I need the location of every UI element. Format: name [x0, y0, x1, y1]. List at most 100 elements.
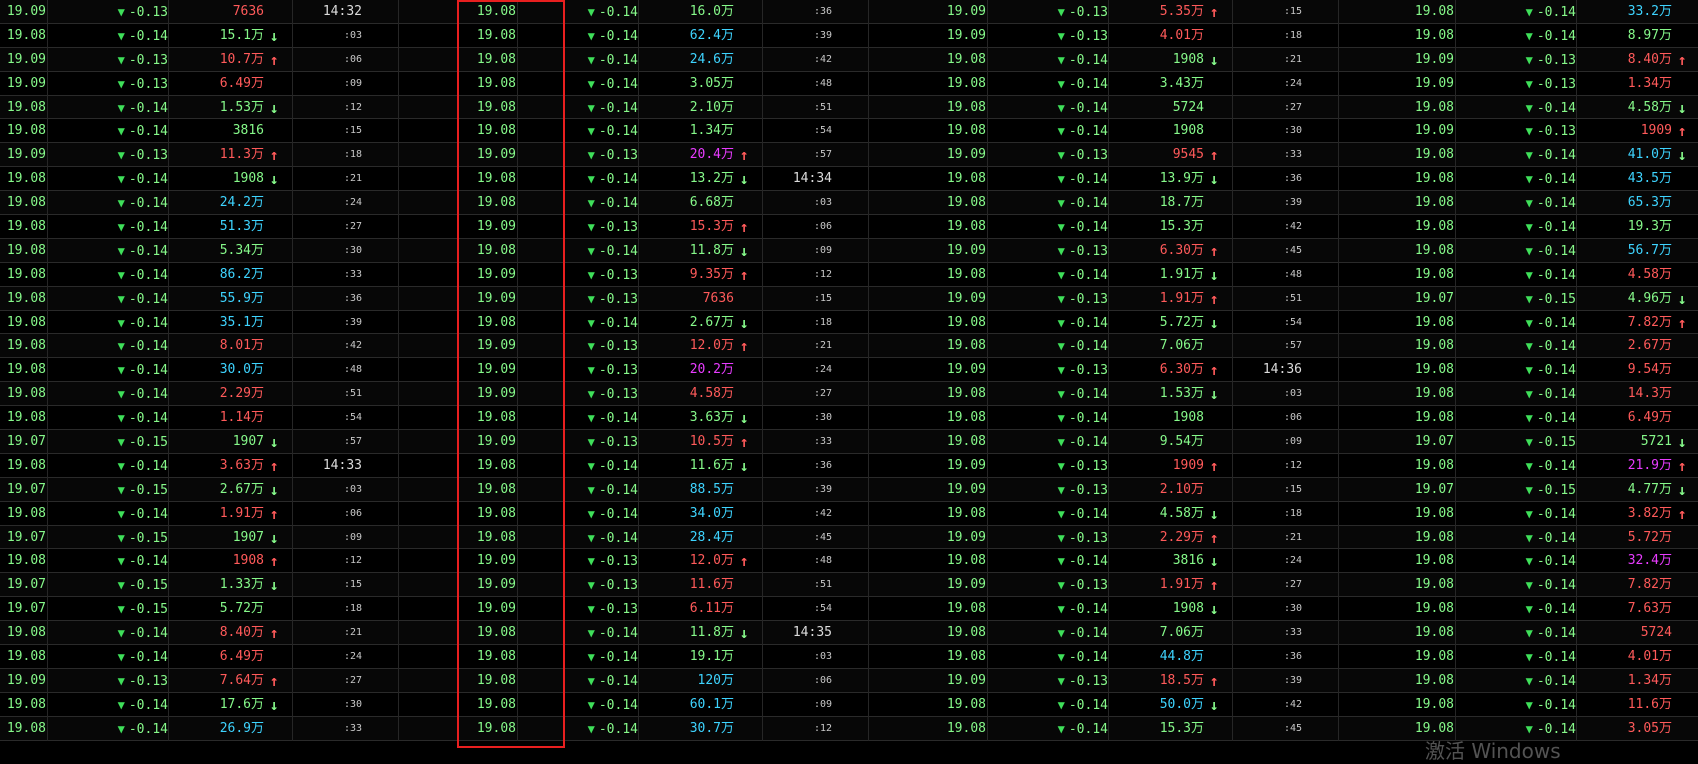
- change-value: -0.14: [1536, 100, 1576, 116]
- up-arrow-icon: ↑: [1209, 146, 1219, 165]
- price-cell: 19.09: [946, 672, 986, 688]
- column-divider: [868, 95, 869, 120]
- volume-cell: 17.6万: [219, 696, 264, 712]
- volume-cell: 34.0万: [689, 505, 734, 521]
- price-cell: 19.09: [6, 51, 46, 67]
- change-cell: ▼ -0.13: [1048, 478, 1108, 502]
- volume-cell: 62.4万: [689, 27, 734, 43]
- up-arrow-icon: ↑: [269, 624, 279, 643]
- down-arrow-icon: ↓: [269, 170, 279, 189]
- column-divider: [47, 238, 48, 263]
- time-cell: :39: [1283, 674, 1302, 686]
- change-value: -0.14: [1536, 411, 1576, 427]
- down-triangle-icon: ▼: [587, 148, 595, 163]
- column-divider: [868, 668, 869, 693]
- arrow-slot: [736, 119, 752, 143]
- change-value: -0.14: [1536, 315, 1576, 331]
- column-divider: [517, 406, 518, 431]
- column-divider: [1338, 525, 1339, 550]
- price-cell: 19.07: [1414, 290, 1454, 306]
- down-triangle-icon: ▼: [587, 506, 595, 521]
- change-value: -0.14: [128, 721, 168, 737]
- volume-cell: 8.97万: [1627, 27, 1672, 43]
- column-divider: [1338, 310, 1339, 335]
- price-cell: 19.08: [6, 649, 46, 665]
- column-divider: [1455, 668, 1456, 693]
- down-triangle-icon: ▼: [587, 435, 595, 450]
- change-value: -0.14: [1536, 363, 1576, 379]
- volume-cell: 3.43万: [1159, 75, 1204, 91]
- down-arrow-icon: ↓: [1209, 50, 1219, 69]
- volume-cell: 3.82万: [1627, 505, 1672, 521]
- price-cell: 19.09: [476, 362, 516, 378]
- change-value: -0.13: [1068, 482, 1108, 498]
- change-cell: ▼ -0.14: [578, 454, 638, 478]
- change-value: -0.14: [1536, 196, 1576, 212]
- column-divider: [868, 238, 869, 263]
- down-triangle-icon: ▼: [117, 220, 125, 235]
- volume-cell: 3.05万: [689, 75, 734, 91]
- arrow-slot: [1206, 645, 1222, 669]
- column-divider: [987, 597, 988, 622]
- column-divider: [1338, 0, 1339, 24]
- price-cell: 19.08: [1414, 362, 1454, 378]
- change-cell: ▼ -0.14: [578, 717, 638, 741]
- change-value: -0.14: [1068, 554, 1108, 570]
- price-cell: 19.08: [1414, 314, 1454, 330]
- column-divider: [398, 549, 399, 574]
- change-value: -0.14: [128, 315, 168, 331]
- volume-cell: 1.34万: [689, 123, 734, 139]
- down-triangle-icon: ▼: [117, 411, 125, 426]
- arrow-slot: [736, 96, 752, 120]
- change-value: -0.13: [1068, 530, 1108, 546]
- down-triangle-icon: ▼: [1057, 721, 1065, 736]
- volume-cell: 5724: [1640, 625, 1672, 641]
- column-divider: [47, 692, 48, 717]
- time-cell: 14:36: [1262, 362, 1302, 378]
- time-cell: :24: [343, 651, 362, 663]
- column-divider: [398, 501, 399, 526]
- table-row: 19.09 ▼ -0.13 6.49万:09 19.08 ▼ -0.14 3.05万:48 19…: [0, 71, 1698, 96]
- volume-cell: 2.67万: [1627, 338, 1672, 354]
- arrow-slot: [736, 669, 752, 693]
- arrow-slot: [1674, 382, 1690, 406]
- column-divider: [517, 477, 518, 502]
- change-value: -0.14: [1536, 506, 1576, 522]
- up-arrow-icon: ↑: [1677, 50, 1687, 69]
- time-cell: :33: [1283, 627, 1302, 639]
- down-triangle-icon: ▼: [1057, 482, 1065, 497]
- price-cell: 19.08: [946, 219, 986, 235]
- price-cell: 19.08: [6, 99, 46, 115]
- change-cell: ▼ -0.14: [578, 669, 638, 693]
- column-divider: [398, 382, 399, 407]
- down-triangle-icon: ▼: [1057, 650, 1065, 665]
- change-cell: ▼ -0.14: [578, 239, 638, 263]
- down-triangle-icon: ▼: [1525, 554, 1533, 569]
- table-row: 19.07 ▼ -0.15 1907 ↓:57 19.09 ▼ -0.13 10.5万 ↑:33 1…: [0, 430, 1698, 454]
- column-divider: [987, 501, 988, 526]
- down-triangle-icon: ▼: [1525, 602, 1533, 617]
- change-value: -0.14: [1068, 411, 1108, 427]
- price-cell: 19.07: [6, 577, 46, 593]
- column-divider: [868, 406, 869, 431]
- change-value: -0.14: [1536, 530, 1576, 546]
- volume-cell: 1907: [232, 434, 264, 450]
- change-cell: ▼ -0.14: [578, 48, 638, 72]
- down-triangle-icon: ▼: [587, 387, 595, 402]
- column-divider: [1338, 621, 1339, 646]
- volume-cell: 1908: [1172, 410, 1204, 426]
- arrow-slot: [1674, 717, 1690, 741]
- down-triangle-icon: ▼: [117, 315, 125, 330]
- change-value: -0.14: [1068, 267, 1108, 283]
- time-cell: :18: [813, 316, 832, 328]
- column-divider: [868, 143, 869, 168]
- column-divider: [1455, 95, 1456, 120]
- down-triangle-icon: ▼: [587, 697, 595, 712]
- time-cell: :48: [813, 77, 832, 89]
- price-cell: 19.08: [1414, 386, 1454, 402]
- price-cell: 19.08: [476, 481, 516, 497]
- down-triangle-icon: ▼: [117, 554, 125, 569]
- time-cell: :06: [1283, 412, 1302, 424]
- change-value: -0.14: [1536, 626, 1576, 642]
- column-divider: [987, 95, 988, 120]
